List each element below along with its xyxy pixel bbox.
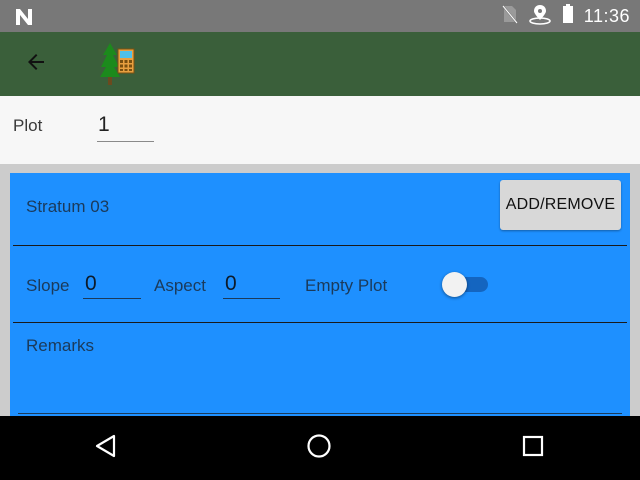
location-icon [528,3,552,30]
divider [13,322,627,323]
plot-row: Plot [0,96,640,164]
plot-label: Plot [13,116,43,135]
status-icons: 11:36 [502,0,630,32]
slope-input[interactable] [83,269,141,299]
nav-back-button[interactable] [86,428,126,468]
arrow-left-icon [24,50,48,79]
n-notification-icon [14,7,34,27]
add-remove-button[interactable]: ADD/REMOVE [500,180,621,230]
app-bar [0,32,640,96]
aspect-label: Aspect [154,276,206,295]
empty-plot-label: Empty Plot [305,276,388,295]
toggle-thumb [442,272,467,297]
nav-home-button[interactable] [299,428,339,468]
slope-label: Slope [26,276,70,295]
empty-plot-toggle[interactable] [442,271,492,299]
remarks-label: Remarks [26,336,95,355]
no-sim-icon [502,4,518,29]
recents-square-icon [522,435,544,462]
tree-plot-logo-icon [100,41,140,87]
navigation-bar [0,416,640,480]
stratum-title: Stratum 03 [26,197,110,216]
aspect-input[interactable] [223,269,280,299]
plot-number-input[interactable] [97,108,154,142]
status-time: 11:36 [583,5,630,26]
remarks-input[interactable] [18,368,622,414]
battery-icon [562,3,574,29]
nav-recents-button[interactable] [513,428,553,468]
back-triangle-icon [94,434,118,463]
stratum-card: Stratum 03 ADD/REMOVE Slope Aspect Empty… [10,173,630,416]
status-bar: 11:36 [0,0,640,32]
divider [13,245,627,246]
home-circle-icon [306,433,332,464]
back-button[interactable] [14,44,58,84]
